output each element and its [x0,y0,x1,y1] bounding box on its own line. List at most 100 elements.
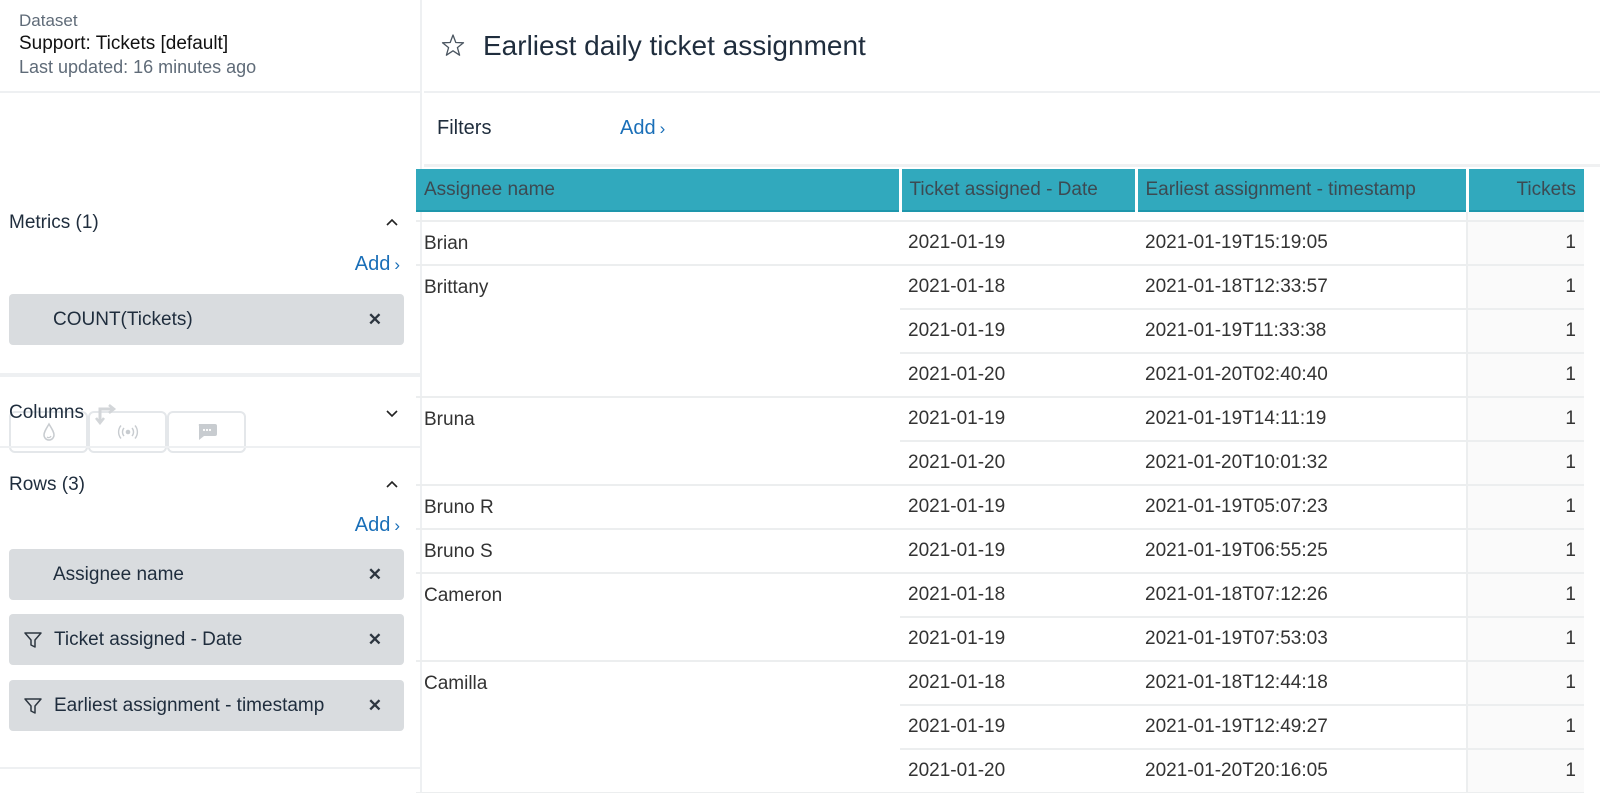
row-pill-ticket-assigned-date[interactable]: Ticket assigned - Date ✕ [9,614,404,665]
ticket-assigned-date-cell: 2021-01-19 [900,617,1136,662]
ticket-assigned-date-cell: 2021-01-20 [900,749,1136,793]
column-header-tickets[interactable]: Tickets [1467,169,1584,212]
row-pill-label: Earliest assignment - timestamp [54,694,325,716]
row-pill-label: Assignee name [53,563,184,585]
chevron-right-icon: › [394,255,400,274]
chevron-right-icon: › [659,119,666,138]
tickets-count-cell: 1 [1466,221,1584,266]
rows-section: Rows (3) Add › Assignee name ✕ Ticket ass… [0,448,420,769]
earliest-assignment-timestamp-cell: 2021-01-20T20:16:05 [1136,749,1467,793]
earliest-assignment-timestamp-cell: 2021-01-20T10:01:32 [1136,441,1467,486]
chevron-down-icon[interactable] [384,405,400,421]
filter-icon[interactable] [23,696,43,716]
add-filter-link[interactable]: Add › [620,117,665,140]
earliest-assignment-timestamp-cell: 2021-01-18T12:44:18 [1136,661,1467,706]
remove-row-icon[interactable]: ✕ [362,696,388,716]
assignee-name-cell: Bruna [416,397,900,486]
rows-title: Rows (3) [9,474,86,495]
report-title[interactable]: Earliest daily ticket assignment [483,30,866,62]
dataset-name[interactable]: Support: Tickets [default] [19,31,401,56]
ticket-assigned-date-cell: 2021-01-19 [900,529,1136,574]
row-pill-label: Ticket assigned - Date [54,628,243,650]
metrics-section: Metrics (1) Add › COUNT(Tickets) ✕ [0,93,420,453]
remove-row-icon[interactable]: ✕ [362,630,388,650]
assignee-name-cell: Camilla [416,661,900,793]
filter-icon[interactable] [23,630,43,650]
tickets-count-cell: 1 [1466,573,1584,618]
add-row-link[interactable]: Add › [355,514,400,537]
row-pill-earliest-assignment-timestamp[interactable]: Earliest assignment - timestamp ✕ [9,680,404,731]
tickets-count-cell: 1 [1466,485,1584,530]
earliest-assignment-timestamp-cell: 2021-01-19T14:11:19 [1136,397,1467,442]
tickets-count-cell: 1 [1466,397,1584,442]
ticket-assigned-date-cell: 2021-01-20 [900,353,1136,398]
earliest-assignment-timestamp-cell: 2021-01-18T07:12:26 [1136,573,1467,618]
earliest-assignment-timestamp-cell: 2021-01-19T06:55:25 [1136,529,1467,574]
add-row-label: Add [354,514,391,536]
ticket-assigned-date-cell: 2021-01-19 [900,705,1136,750]
earliest-assignment-timestamp-cell: 2021-01-19T11:33:38 [1136,309,1467,354]
tickets-count-cell: 1 [1466,617,1584,662]
chevron-right-icon: › [394,516,400,535]
ticket-assigned-date-cell: 2021-01-18 [900,573,1136,618]
tickets-count-cell: 1 [1466,661,1584,706]
report-main: Earliest daily ticket assignment Filters… [416,0,1600,793]
remove-metric-icon[interactable]: ✕ [362,310,388,330]
dataset-label: Dataset [19,11,78,30]
tickets-count-cell: 1 [1466,749,1584,793]
filters-bar: Filters Add › [424,93,1600,167]
report-title-bar: Earliest daily ticket assignment [424,0,1600,93]
assignee-name-cell: Brittany [416,265,900,398]
results-table-container: Assignee name Ticket assigned - Date Ear… [416,169,1584,793]
assignee-name-cell: Brian [416,221,900,266]
metrics-header[interactable]: Metrics (1) [0,209,420,237]
earliest-assignment-timestamp-cell: 2021-01-18T12:33:57 [1136,265,1467,310]
earliest-assignment-timestamp-cell: 2021-01-19T15:19:05 [1136,221,1467,266]
add-metric-link[interactable]: Add › [355,253,400,276]
tickets-count-cell: 1 [1466,441,1584,486]
table-row: Cameron 2021-01-18 2021-01-18T07:12:26 1 [416,573,1584,662]
column-header-ticket-assigned-date[interactable]: Ticket assigned - Date [900,169,1138,212]
remove-row-icon[interactable]: ✕ [362,565,388,585]
row-pill-assignee-name[interactable]: Assignee name ✕ [9,549,404,600]
tickets-count-cell: 1 [1466,705,1584,750]
columns-section: Columns [0,375,420,448]
table-body: Brian 2021-01-19 2021-01-19T15:19:05 1 Britt… [416,211,1584,793]
metrics-title: Metrics (1) [9,212,99,233]
table-row: Bruno S 2021-01-19 2021-01-19T06:55:25 1 [416,529,1584,574]
earliest-assignment-timestamp-cell: 2021-01-19T05:07:23 [1136,485,1467,530]
tickets-count-cell: 1 [1466,309,1584,354]
tickets-count-cell: 1 [1466,353,1584,398]
swap-axes-icon[interactable] [94,401,120,425]
ticket-assigned-date-cell: 2021-01-20 [900,441,1136,486]
table-row: Bruno R 2021-01-19 2021-01-19T05:07:23 1 [416,485,1584,530]
earliest-assignment-timestamp-cell: 2021-01-19T07:53:03 [1136,617,1467,662]
column-header-earliest-assignment-timestamp[interactable]: Earliest assignment - timestamp [1136,169,1469,212]
dataset-info: Dataset Support: Tickets [default] Last … [0,0,420,93]
table-header-row: Assignee name Ticket assigned - Date Ear… [416,169,1584,212]
chevron-up-icon[interactable] [384,215,400,231]
ticket-assigned-date-cell: 2021-01-18 [900,661,1136,706]
metric-pill[interactable]: COUNT(Tickets) ✕ [9,294,404,345]
tickets-count-cell: 1 [1466,265,1584,310]
chevron-up-icon[interactable] [384,477,400,493]
assignee-name-cell: Bruno R [416,485,900,530]
ticket-assigned-date-cell: 2021-01-19 [900,397,1136,442]
sidebar: Dataset Support: Tickets [default] Last … [0,0,422,793]
rows-header[interactable]: Rows (3) [0,471,420,499]
table-spacer-row [416,211,1584,222]
ticket-assigned-date-cell: 2021-01-19 [900,309,1136,354]
columns-header[interactable]: Columns [0,399,420,427]
column-header-assignee-name[interactable]: Assignee name [416,169,902,212]
table-row: Brian 2021-01-19 2021-01-19T15:19:05 1 [416,221,1584,266]
ticket-assigned-date-cell: 2021-01-19 [900,485,1136,530]
filters-label: Filters [437,117,492,139]
metric-pill-label: COUNT(Tickets) [53,308,193,330]
star-icon[interactable] [439,32,467,60]
columns-title: Columns [9,402,84,423]
earliest-assignment-timestamp-cell: 2021-01-20T02:40:40 [1136,353,1467,398]
tickets-count-cell: 1 [1466,529,1584,574]
ticket-assigned-date-cell: 2021-01-18 [900,265,1136,310]
earliest-assignment-timestamp-cell: 2021-01-19T12:49:27 [1136,705,1467,750]
results-table: Assignee name Ticket assigned - Date Ear… [416,169,1584,793]
